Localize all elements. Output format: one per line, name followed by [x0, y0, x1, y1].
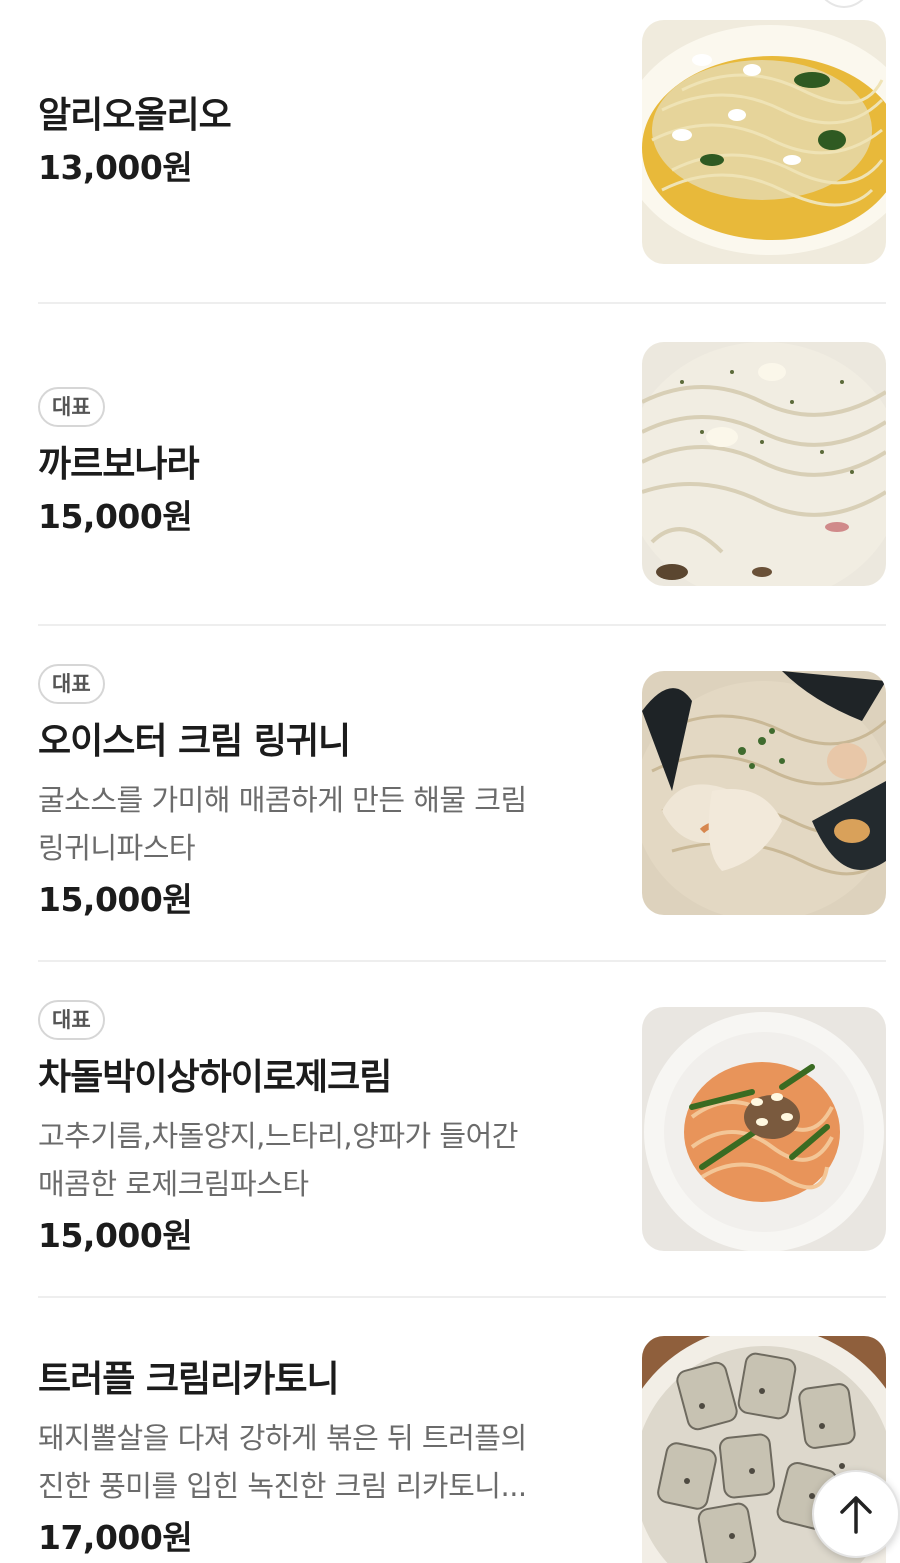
menu-item-description: 굴소스를 가미해 매콤하게 만든 해물 크림 링귀니파스타 — [38, 776, 598, 872]
pasta-photo-brisket-rose-cream — [642, 1007, 886, 1251]
pasta-photo-aglio-olio — [642, 20, 886, 264]
scroll-to-top-button[interactable] — [812, 1470, 900, 1558]
menu-item[interactable]: 트러플 크림리카토니 돼지뽈살을 다져 강하게 볶은 뒤 트러플의 진한 풍미를… — [38, 1336, 886, 1563]
menu-item-name: 오이스터 크림 링귀니 — [38, 721, 351, 762]
divider — [38, 960, 886, 962]
header-button-partial[interactable] — [812, 0, 876, 8]
menu-item[interactable]: 대표 차돌박이상하이로제크림 고추기름,차돌양지,느타리,양파가 들어간 매콤한… — [38, 1000, 886, 1260]
menu-list: 알리오올리오 13,000원 대표 까르보나라 15,000원 대표 오이스터 … — [0, 0, 900, 1563]
menu-item[interactable]: 알리오올리오 13,000원 — [38, 20, 886, 266]
divider — [38, 302, 886, 304]
menu-item-description-line: 링귀니파스타 — [38, 831, 196, 865]
menu-item-description: 고추기름,차돌양지,느타리,양파가 들어간 매콤한 로제크림파스타 — [38, 1112, 598, 1208]
pasta-photo-carbonara — [642, 342, 886, 586]
menu-item-name: 트러플 크림리카토니 — [38, 1359, 340, 1400]
menu-item-name: 차돌박이상하이로제크림 — [38, 1057, 392, 1098]
menu-item-description: 돼지뽈살을 다져 강하게 볶은 뒤 트러플의 진한 풍미를 입힌 녹진한 크림 … — [38, 1414, 598, 1510]
menu-item-description-line: 돼지뽈살을 다져 강하게 볶은 뒤 트러플의 — [38, 1421, 527, 1455]
menu-item[interactable]: 대표 오이스터 크림 링귀니 굴소스를 가미해 매콤하게 만든 해물 크림 링귀… — [38, 664, 886, 924]
menu-item-description-line: 고추기름,차돌양지,느타리,양파가 들어간 — [38, 1119, 518, 1153]
menu-item-price: 15,000원 — [38, 497, 193, 536]
divider — [38, 624, 886, 626]
signature-badge: 대표 — [38, 664, 105, 704]
menu-item-price: 15,000원 — [38, 1216, 193, 1255]
menu-item-price: 13,000원 — [38, 148, 193, 187]
menu-item-name: 까르보나라 — [38, 444, 200, 485]
menu-item-description-line: 매콤한 로제크림파스타 — [38, 1167, 309, 1201]
menu-item-name: 알리오올리오 — [38, 95, 232, 136]
menu-item-price: 17,000원 — [38, 1518, 193, 1557]
pasta-photo-oyster-cream-linguine — [642, 671, 886, 915]
signature-badge: 대표 — [38, 1000, 105, 1040]
menu-item[interactable]: 대표 까르보나라 15,000원 — [38, 342, 886, 588]
arrow-up-icon — [840, 1496, 872, 1534]
menu-item-price: 15,000원 — [38, 880, 193, 919]
menu-item-description-line: 굴소스를 가미해 매콤하게 만든 해물 크림 — [38, 783, 527, 817]
signature-badge: 대표 — [38, 387, 105, 427]
menu-item-description-line: 진한 풍미를 입힌 녹진한 크림 리카토니... — [38, 1469, 527, 1503]
divider — [38, 1296, 886, 1298]
